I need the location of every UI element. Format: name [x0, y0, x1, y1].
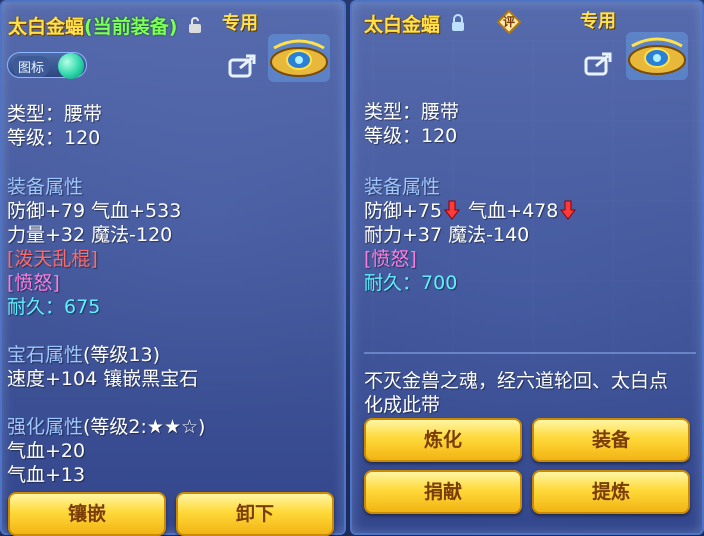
evaluate-badge[interactable]: 评 [496, 9, 522, 35]
toggle-knob [58, 53, 84, 79]
durability-value: 675 [64, 296, 101, 318]
equip-button[interactable]: 装备 [532, 418, 690, 462]
item-description: 不灭金兽之魂，经六道轮回、太白点 [364, 370, 669, 392]
special-skill: [泼天乱棍] [7, 248, 98, 270]
durability-value: 700 [421, 272, 458, 294]
refine-button[interactable]: 炼化 [364, 418, 522, 462]
inlay-button[interactable]: 镶嵌 [8, 492, 166, 536]
item-level: 等级：120 [364, 125, 458, 147]
attr-line: 耐力+37 魔法-140 [364, 224, 530, 246]
durability-label: 耐久： [364, 272, 422, 294]
enhance-header-label: 强化属性 [7, 416, 84, 438]
item-title: 太白金蝠 [364, 10, 465, 37]
belt-item-icon [624, 30, 690, 82]
item-type: 类型：腰带 [7, 103, 103, 125]
lock-open-icon[interactable] [188, 16, 202, 39]
enhance-line: 气血+20 [7, 440, 86, 462]
item-description: 化成此带 [364, 394, 441, 416]
attr-line: 防御+79 气血+533 [7, 200, 182, 222]
attr-line: 力量+32 魔法-120 [7, 224, 173, 246]
special-effect: [愤怒] [364, 248, 417, 270]
durability: 耐久：700 [364, 268, 457, 295]
hp-value: 气血+478 [468, 200, 559, 222]
item-level: 等级：120 [7, 127, 101, 149]
durability: 耐久：675 [7, 292, 100, 319]
attr-header: 装备属性 [364, 176, 441, 198]
item-title: 太白金蝠(当前装备) [8, 12, 202, 39]
durability-label: 耐久： [7, 296, 65, 318]
divider [364, 352, 696, 354]
gem-line: 速度+104 镶嵌黑宝石 [7, 368, 199, 390]
special-tag: 专用 [222, 13, 258, 34]
share-icon[interactable] [584, 50, 614, 76]
belt-item-icon [266, 32, 332, 84]
icon-toggle[interactable]: 图标 [7, 52, 87, 79]
gem-level: (等级13) [83, 344, 161, 366]
defense-value: 防御+75 [364, 200, 443, 222]
item-name: 太白金蝠 [364, 14, 441, 36]
special-tag: 专用 [580, 11, 616, 32]
attr-header: 装备属性 [7, 176, 84, 198]
extract-button[interactable]: 提炼 [532, 470, 690, 514]
current-equipped-tag: (当前装备) [84, 16, 178, 38]
special-effect: [愤怒] [7, 272, 60, 294]
gem-header-label: 宝石属性 [7, 344, 84, 366]
gem-header: 宝石属性(等级13) [7, 340, 160, 367]
item-type: 类型：腰带 [364, 101, 460, 123]
item-name: 太白金蝠 [8, 16, 85, 38]
lock-closed-icon[interactable] [451, 14, 465, 37]
icon-toggle-label: 图标 [13, 56, 50, 77]
evaluate-label: 评 [503, 15, 516, 29]
enhance-line: 气血+13 [7, 464, 86, 486]
share-icon[interactable] [228, 52, 258, 78]
donate-button[interactable]: 捐献 [364, 470, 522, 514]
down-arrow-icon [560, 200, 577, 225]
enhance-header: 强化属性(等级2:★★☆) [7, 412, 205, 439]
unequip-button[interactable]: 卸下 [176, 492, 334, 536]
equipped-item-tooltip: 太白金蝠(当前装备) 专用 图标 类型：腰带 等级：120 装备属性 防御+79… [0, 0, 346, 536]
enhance-level: (等级2:★★☆) [83, 416, 206, 438]
